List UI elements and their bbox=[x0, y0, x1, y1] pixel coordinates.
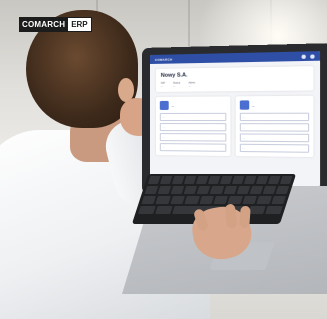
company-title: Nowy S.A. bbox=[160, 72, 188, 79]
photo-scene: COMARCH Nowy S.A. NIP... Status... Adres… bbox=[0, 0, 327, 319]
building-icon bbox=[159, 101, 169, 111]
logo-comarch: COMARCH bbox=[19, 17, 69, 32]
company-header: Nowy S.A. NIP... Status... Adres... bbox=[155, 66, 314, 93]
form-field[interactable]: ... bbox=[159, 133, 226, 143]
form-field[interactable]: ... bbox=[239, 133, 310, 143]
data-card-left: ... ... ... ... ... bbox=[155, 96, 230, 157]
form-field[interactable]: ... bbox=[159, 113, 226, 122]
meta-nip: NIP... bbox=[160, 81, 166, 89]
data-card-right: ... ... ... ... ... bbox=[235, 96, 314, 158]
laptop-screen: COMARCH Nowy S.A. NIP... Status... Adres… bbox=[150, 51, 321, 187]
user-avatar-icon[interactable] bbox=[310, 53, 315, 59]
meta-status: Status... bbox=[173, 81, 181, 88]
comarch-erp-logo: COMARCH ERP bbox=[19, 17, 92, 32]
app-brand: COMARCH bbox=[154, 57, 173, 62]
form-field[interactable]: ... bbox=[239, 144, 310, 154]
card-title: ... bbox=[251, 103, 255, 108]
finger bbox=[239, 205, 251, 229]
form-field[interactable]: ... bbox=[239, 113, 310, 122]
form-field[interactable]: ... bbox=[159, 123, 226, 132]
form-field[interactable]: ... bbox=[239, 123, 310, 133]
person-icon bbox=[239, 100, 249, 111]
logo-erp: ERP bbox=[68, 17, 92, 32]
form-field[interactable]: ... bbox=[159, 143, 226, 153]
card-title: ... bbox=[171, 103, 175, 108]
notification-icon[interactable] bbox=[301, 54, 306, 59]
meta-address: Adres... bbox=[188, 81, 196, 88]
